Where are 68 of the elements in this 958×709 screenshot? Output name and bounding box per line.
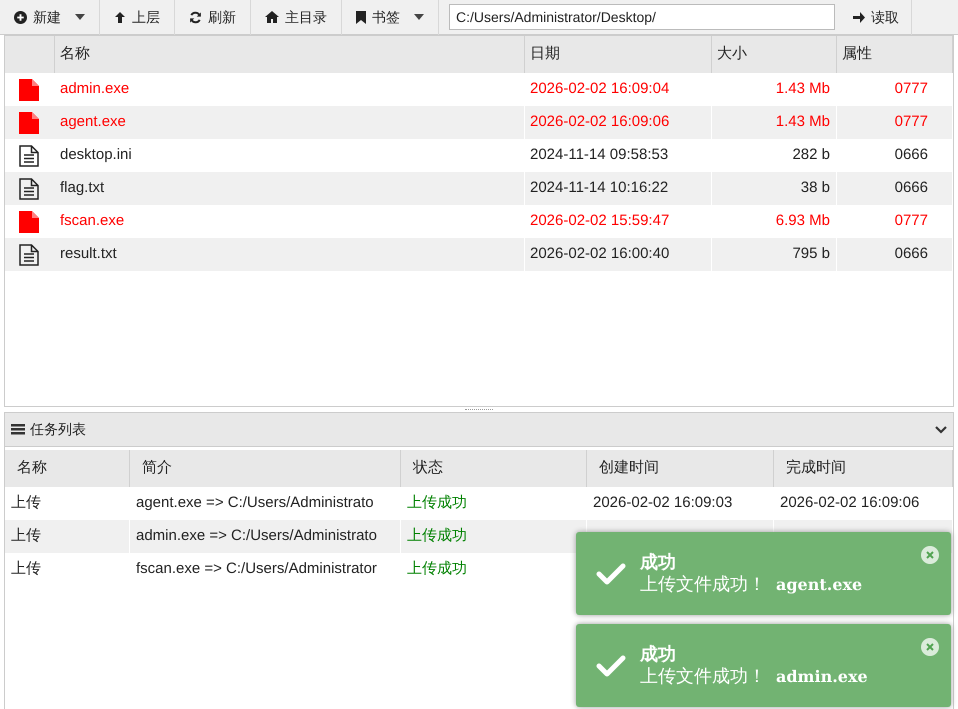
table-cell-text: admin.exe => C:/Users/Administrato xyxy=(136,526,377,546)
file-name[interactable]: agent.exe xyxy=(60,111,126,134)
table-cell-text: 1.43 Mb xyxy=(776,79,830,100)
table-cell-text: 0666 xyxy=(894,244,928,264)
table-cell-text: agent.exe => C:/Users/Administrato xyxy=(136,493,374,514)
table-cell-text: 2026-02-02 16:09:04 xyxy=(530,79,670,100)
table-cell-text: 2026-02-02 16:00:40 xyxy=(530,244,670,264)
table-cell-text: 2026-02-02 16:09:03 xyxy=(593,493,732,514)
table-cell-text: 0666 xyxy=(894,178,928,198)
table-cell-text: 2026-02-02 15:59:47 xyxy=(530,211,670,232)
refresh-icon xyxy=(189,10,202,24)
table-cell-text: 上传 xyxy=(11,559,41,580)
file-icon xyxy=(19,112,39,134)
add-icon xyxy=(14,10,27,24)
toolbar-button[interactable]: 上层 xyxy=(100,0,175,34)
table-cell-text: 0777 xyxy=(894,211,928,232)
home-icon xyxy=(265,11,279,23)
table-cell-text: 0666 xyxy=(894,145,928,166)
up-arrow-icon xyxy=(114,10,126,24)
text-file-icon xyxy=(19,244,39,266)
table-cell-text: 6.93 Mb xyxy=(776,211,830,232)
toolbar-button[interactable]: 新建 xyxy=(0,0,100,34)
panel-header[interactable]: 任务列表 xyxy=(5,413,953,447)
table-cell-text: 上传 xyxy=(11,493,41,514)
table-cell-text: 上传 xyxy=(11,526,41,546)
table-cell-text: 2024-11-14 09:58:53 xyxy=(530,145,668,166)
file-name[interactable]: result.txt xyxy=(60,243,117,266)
text-file-icon xyxy=(19,178,39,200)
chevron-down-icon[interactable] xyxy=(935,426,947,434)
checkmark-icon xyxy=(596,654,626,678)
file-name[interactable]: flag.txt xyxy=(60,177,104,200)
path-field[interactable]: C:/Users/Administrator/Desktop/ xyxy=(449,4,835,30)
status-text: 上传成功 xyxy=(407,526,467,546)
panel-title: 任务列表 xyxy=(30,420,86,439)
arrow-icon xyxy=(853,12,865,22)
toolbar-button[interactable]: 刷新 xyxy=(175,0,251,34)
file-name[interactable]: desktop.ini xyxy=(60,144,132,167)
file-name: admin.exe xyxy=(776,666,868,688)
table-cell-text: 795 b xyxy=(792,244,830,264)
table-cell-text: 0777 xyxy=(894,112,928,132)
file-icon xyxy=(19,210,39,232)
file-name[interactable]: admin.exe xyxy=(60,78,130,101)
toolbar-button[interactable]: 书签 xyxy=(342,0,439,34)
file-name[interactable]: fscan.exe xyxy=(60,210,124,233)
file-name: agent.exe xyxy=(776,574,862,596)
table-cell-text: 2026-02-02 16:09:06 xyxy=(530,112,670,132)
toast-message: 上传文件成功！ xyxy=(640,666,766,688)
table-cell-text: 38 b xyxy=(800,178,830,198)
text-file-icon xyxy=(19,144,39,166)
bookmark-icon xyxy=(356,10,366,24)
table-cell-text: 2026-02-02 16:09:06 xyxy=(780,493,920,514)
status-text: 上传成功 xyxy=(407,493,467,514)
toast-title: 成功 xyxy=(640,552,677,574)
table-cell-text: 0777 xyxy=(894,79,928,100)
close-icon[interactable] xyxy=(921,546,939,564)
table-cell-text: 2024-11-14 10:16:22 xyxy=(530,178,668,198)
file-icon xyxy=(19,78,39,100)
list-icon xyxy=(11,424,25,435)
close-icon[interactable] xyxy=(921,638,939,656)
toolbar-button[interactable]: 主目录 xyxy=(251,0,342,34)
read-button[interactable]: 读取 xyxy=(841,0,912,34)
table-cell-text: 1.43 Mb xyxy=(776,112,830,132)
toast-message: 上传文件成功！ xyxy=(640,574,766,596)
table-cell-text: fscan.exe => C:/Users/Administrator xyxy=(136,559,377,580)
table-cell-text: 282 b xyxy=(792,145,830,166)
status-text: 上传成功 xyxy=(407,559,467,580)
toast-title: 成功 xyxy=(640,644,677,666)
checkmark-icon xyxy=(596,562,626,586)
